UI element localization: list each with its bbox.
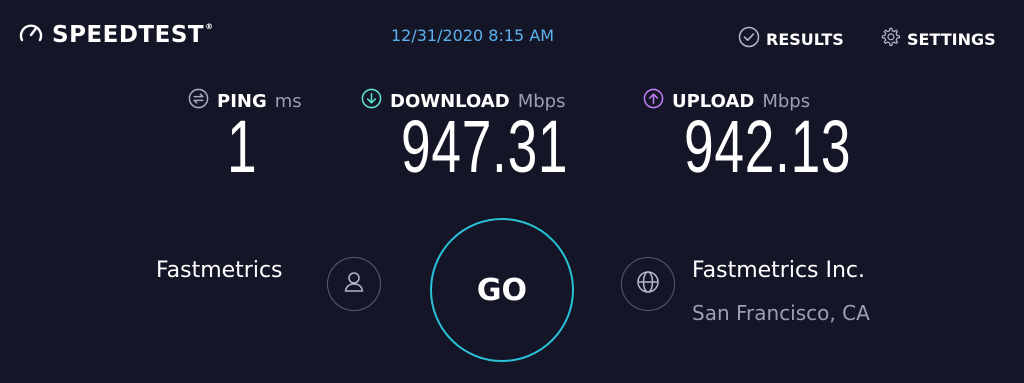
download-arrow-icon — [361, 88, 382, 114]
change-server-button[interactable] — [621, 257, 675, 311]
globe-icon — [635, 269, 661, 299]
test-datetime: 12/31/2020 8:15 AM — [391, 26, 555, 45]
user-icon — [341, 269, 367, 299]
ping-value: 1 — [227, 105, 258, 188]
go-button[interactable]: GO — [430, 218, 574, 362]
server-name[interactable]: Fastmetrics Inc. — [692, 258, 865, 283]
settings-link[interactable]: SETTINGS — [879, 26, 996, 52]
server-location: San Francisco, CA — [692, 301, 870, 325]
upload-arrow-icon — [643, 88, 664, 114]
results-link[interactable]: RESULTS — [738, 26, 844, 52]
results-label: RESULTS — [766, 29, 844, 49]
gear-icon — [879, 26, 901, 52]
speedometer-icon — [18, 20, 44, 50]
upload-value: 942.13 — [684, 105, 852, 188]
settings-label: SETTINGS — [907, 29, 996, 49]
logo-text: SPEEDTEST® — [52, 22, 214, 48]
download-value: 947.31 — [401, 105, 569, 188]
check-circle-icon — [738, 26, 760, 52]
go-label: GO — [476, 272, 528, 308]
change-isp-button[interactable] — [327, 257, 381, 311]
speedtest-logo[interactable]: SPEEDTEST® — [18, 20, 214, 50]
ping-icon — [188, 88, 209, 114]
isp-name: Fastmetrics — [156, 258, 283, 283]
ping-unit: ms — [274, 90, 302, 112]
